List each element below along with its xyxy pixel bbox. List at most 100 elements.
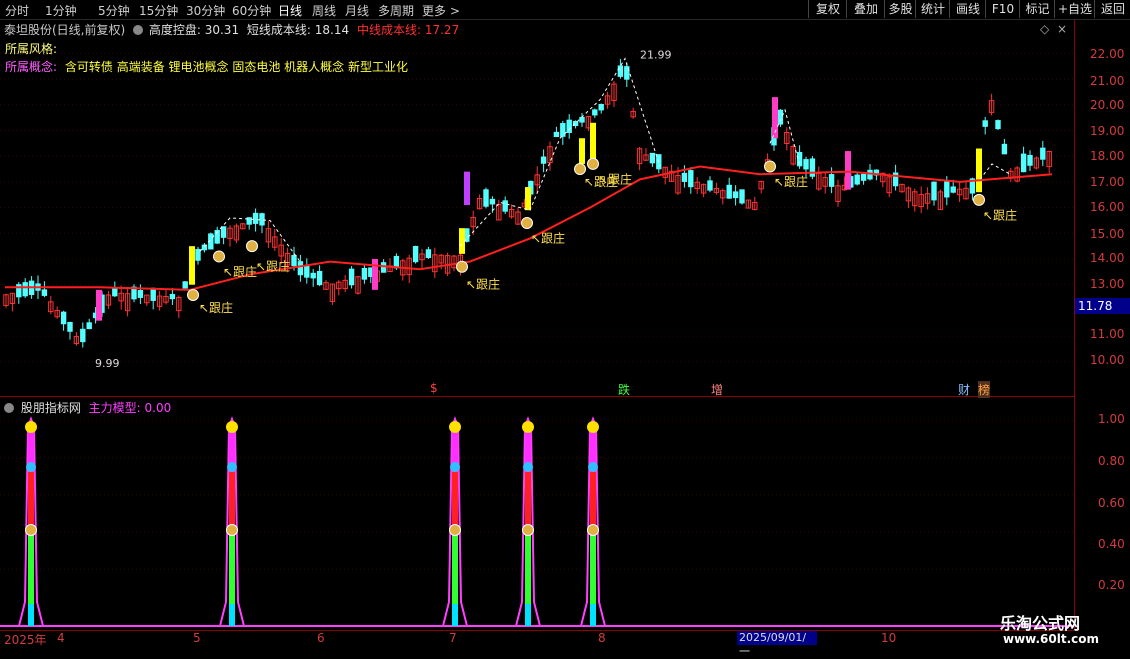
smiley-icon: [226, 421, 238, 433]
money-bag-icon: [213, 250, 225, 263]
tab-30min[interactable]: 30分钟: [186, 2, 225, 19]
spike-red: [590, 472, 596, 532]
indicator-tick: 0.20: [1098, 578, 1125, 592]
candle-body: [553, 131, 560, 138]
tab-fenshi[interactable]: 分时: [5, 2, 29, 19]
date-axis-line: [0, 630, 1074, 631]
money-bag-icon: [226, 524, 238, 536]
candle-body: [995, 120, 1001, 130]
spike-red: [452, 472, 458, 532]
candle-body: [67, 321, 73, 332]
spike-cyan: [452, 604, 458, 626]
candle-body: [828, 174, 835, 187]
butterfly-icon: [450, 462, 460, 472]
tab-daily[interactable]: 日线: [278, 2, 302, 19]
price-tick: 22.00: [1090, 47, 1125, 61]
price-tick: 11.00: [1090, 327, 1125, 341]
candle-body: [579, 116, 585, 123]
signal-bar: [96, 289, 102, 321]
candle-body: [944, 181, 950, 198]
restore-rights-button[interactable]: 复权: [808, 0, 847, 18]
watermark-title: 乐淘公式网: [1000, 614, 1081, 633]
smiley-icon: [25, 421, 37, 433]
date-label: 6: [317, 631, 325, 645]
tab-more[interactable]: 更多 >: [422, 2, 460, 19]
tab-1min[interactable]: 1分钟: [45, 2, 77, 19]
event-tag[interactable]: 榜: [978, 381, 991, 398]
kline-chart[interactable]: 21.999.99↖跟庄↖跟庄↖跟庄↖跟庄↖跟庄↖跟庄↖跟庄 ↖跟庄↖跟庄: [0, 20, 1074, 395]
candle-body: [560, 123, 566, 137]
follow-dealer-label: ↖跟庄: [598, 171, 632, 186]
tab-weekly[interactable]: 周线: [312, 2, 336, 19]
smiley-icon: [587, 421, 599, 433]
tab-multi-period[interactable]: 多周期: [378, 2, 414, 19]
candle-body: [41, 289, 48, 296]
money-bag-icon: [587, 524, 599, 536]
candle-body: [483, 189, 489, 207]
candle-body: [854, 174, 860, 185]
candle-body: [80, 328, 86, 343]
spike-green: [28, 532, 34, 604]
tab-15min[interactable]: 15分钟: [139, 2, 178, 19]
back-button[interactable]: 返回: [1094, 0, 1130, 18]
candle-body: [592, 109, 598, 116]
tab-monthly[interactable]: 月线: [345, 2, 369, 19]
signal-bar: [590, 122, 596, 159]
candle-body: [540, 156, 547, 164]
tab-5min[interactable]: 5分钟: [98, 2, 130, 19]
low-price-label: 9.99: [95, 357, 120, 370]
f10-button[interactable]: F10: [985, 0, 1020, 18]
date-label: 8: [598, 631, 606, 645]
candle-body: [310, 272, 316, 279]
overlay-button[interactable]: 叠加: [846, 0, 885, 18]
candle-body: [425, 249, 432, 259]
butterfly-icon: [227, 462, 237, 472]
price-tick: 21.00: [1090, 74, 1125, 88]
event-tag[interactable]: 增: [711, 381, 723, 398]
candle-body: [739, 189, 745, 204]
multi-stock-button[interactable]: 多股: [884, 0, 916, 18]
draw-line-button[interactable]: 画线: [949, 0, 986, 18]
event-tag[interactable]: $: [430, 381, 438, 395]
signal-bar: [189, 246, 195, 285]
candle-body: [412, 246, 419, 263]
signal-bar: [579, 138, 585, 164]
money-bag-icon: [587, 157, 599, 170]
follow-dealer-label: ↖跟庄: [223, 264, 257, 279]
candle-body: [1027, 154, 1033, 166]
statistics-button[interactable]: 统计: [915, 0, 950, 18]
current-price-box: 11.78: [1075, 298, 1130, 314]
signal-bar: [845, 151, 851, 190]
candle-body: [649, 152, 656, 164]
indicator-chart[interactable]: [0, 397, 1074, 630]
candle-body: [112, 287, 118, 297]
event-tag[interactable]: 跌: [618, 381, 630, 398]
butterfly-icon: [26, 462, 36, 472]
candle-body: [777, 109, 784, 125]
candle-body: [707, 180, 713, 191]
price-tick: 16.00: [1090, 200, 1125, 214]
price-axis-line: [1074, 20, 1075, 630]
indicator-tick: 0.40: [1098, 537, 1125, 551]
spike-green: [452, 532, 458, 604]
candle-body: [502, 200, 508, 212]
candle-body: [86, 322, 92, 330]
spike-green: [590, 532, 596, 604]
price-tick: 18.00: [1090, 149, 1125, 163]
candle-body: [380, 262, 387, 273]
candle-body: [252, 212, 259, 224]
candle-body: [150, 287, 156, 301]
money-bag-icon: [764, 160, 776, 173]
mark-button[interactable]: 标记: [1019, 0, 1055, 18]
money-bag-icon: [187, 288, 199, 301]
short-cost-line: [979, 163, 1011, 180]
tab-60min[interactable]: 60分钟: [232, 2, 271, 19]
event-tag[interactable]: 财: [958, 381, 970, 398]
price-tick: 20.00: [1090, 98, 1125, 112]
candle-body: [931, 181, 937, 201]
candle-body: [1020, 153, 1027, 173]
follow-dealer-label: ↖跟庄: [774, 174, 808, 189]
spike-cyan: [525, 604, 531, 626]
add-watchlist-button[interactable]: +自选: [1054, 0, 1095, 18]
spike-cyan: [229, 604, 235, 626]
